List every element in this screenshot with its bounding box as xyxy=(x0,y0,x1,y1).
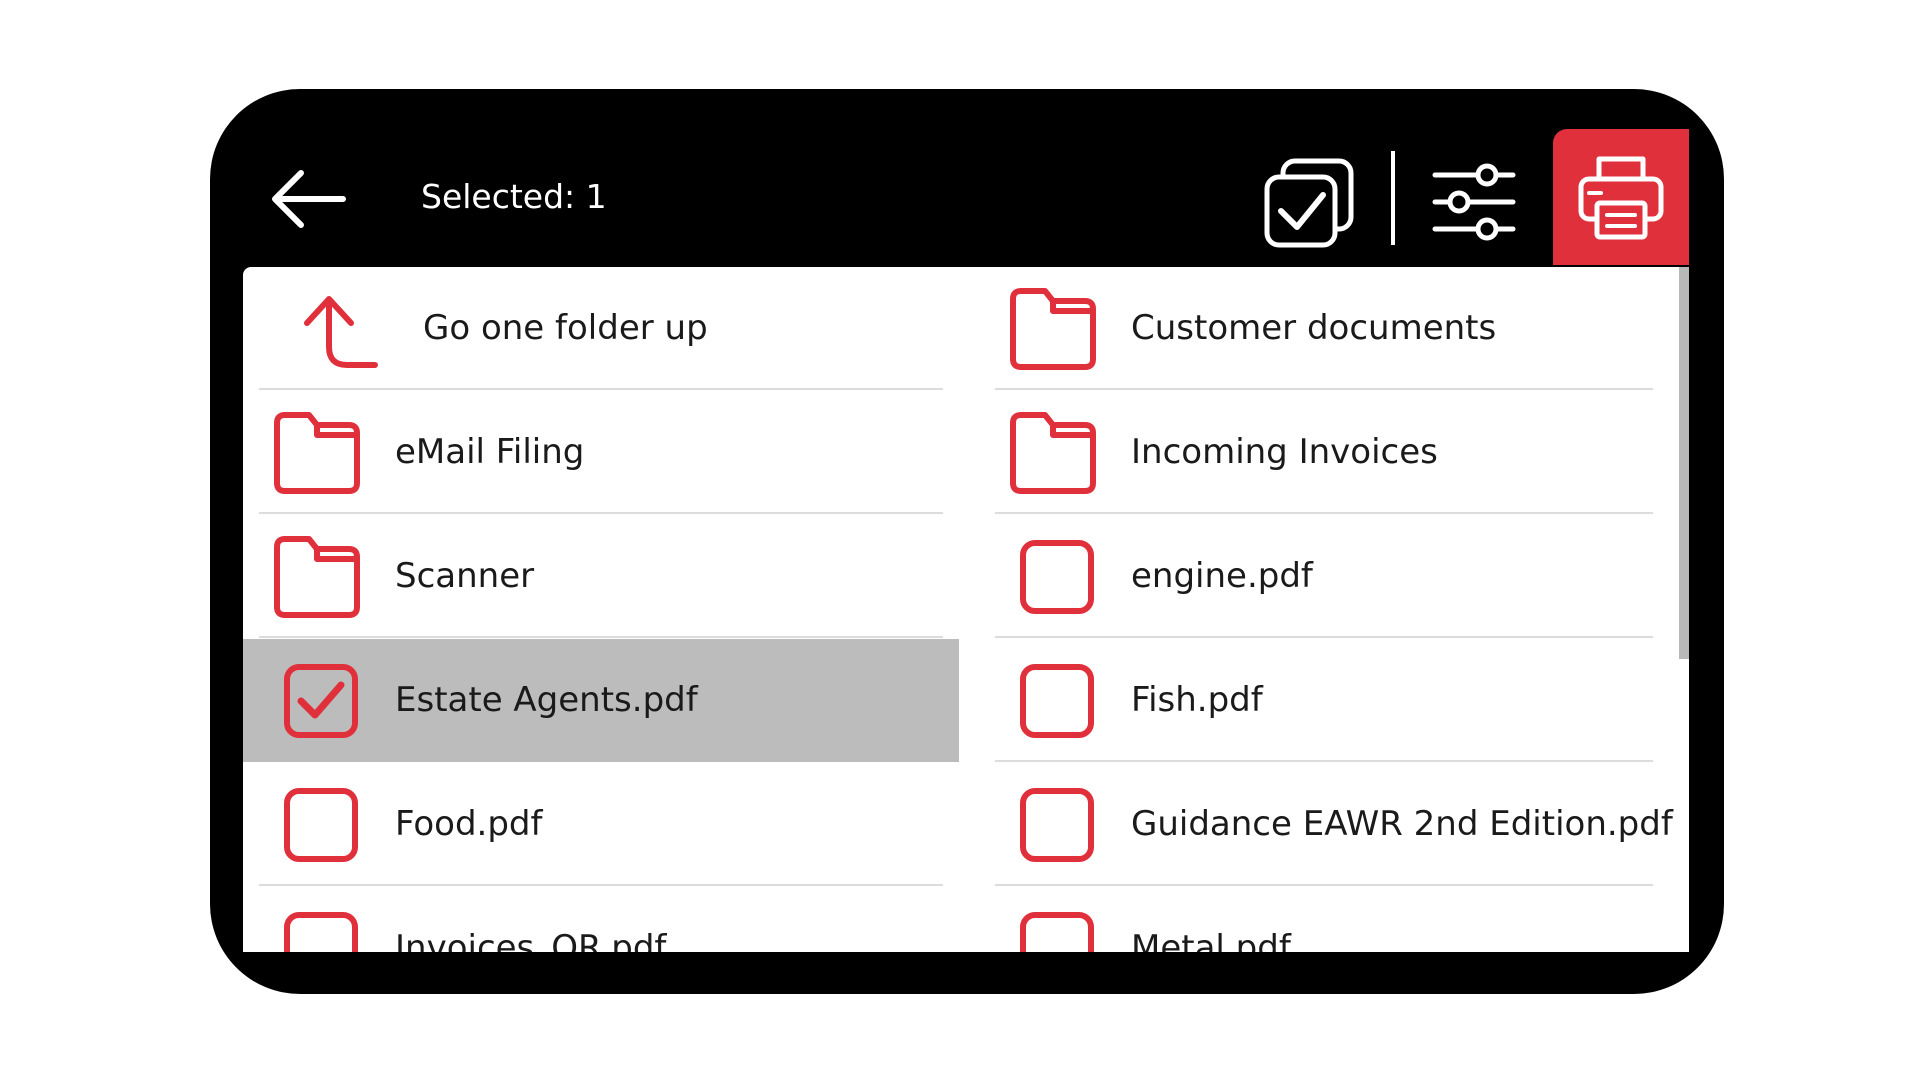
checkbox-icon xyxy=(277,905,363,952)
file-list: Go one folder up eMail Filing Scanner Estat… xyxy=(243,267,1689,952)
folder-row[interactable]: Scanner xyxy=(243,515,959,638)
row-separator xyxy=(995,884,1653,886)
folder-up-icon xyxy=(289,287,379,377)
file-row[interactable]: Guidance EAWR 2nd Edition.pdf xyxy=(979,763,1673,886)
multi-select-icon xyxy=(1264,158,1354,248)
row-label: Customer documents xyxy=(1131,308,1497,348)
row-label: Incoming Invoices xyxy=(1131,432,1438,472)
checkbox-icon xyxy=(1013,657,1099,747)
folder-row[interactable]: Customer documents xyxy=(979,267,1669,390)
row-label: eMail Filing xyxy=(395,432,585,472)
row-separator xyxy=(259,884,943,886)
back-button[interactable] xyxy=(265,161,355,237)
folder-icon xyxy=(1005,409,1101,499)
folder-row[interactable]: Incoming Invoices xyxy=(979,391,1669,514)
file-row[interactable]: Invoices_QR.pdf xyxy=(243,887,959,952)
row-separator xyxy=(995,512,1653,514)
print-button[interactable] xyxy=(1553,129,1689,265)
row-label: Go one folder up xyxy=(423,308,708,348)
row-label: Food.pdf xyxy=(395,804,543,844)
checkbox-icon xyxy=(1013,533,1099,623)
screen: Selected: 1 Go one folder up eMail Filin… xyxy=(243,127,1689,952)
header-bar: Selected: 1 xyxy=(243,127,1689,267)
header-divider xyxy=(1391,151,1395,245)
go-up-row[interactable]: Go one folder up xyxy=(243,267,959,390)
settings-button[interactable] xyxy=(1429,157,1519,247)
file-row[interactable]: Food.pdf xyxy=(243,763,959,886)
file-row[interactable]: Fish.pdf xyxy=(979,639,1669,762)
printer-icon xyxy=(1578,156,1664,240)
file-row[interactable]: engine.pdf xyxy=(979,515,1669,638)
file-row[interactable]: Metal.pdf xyxy=(979,887,1669,952)
checkbox-icon xyxy=(277,781,363,871)
row-separator xyxy=(259,636,943,638)
row-label: Guidance EAWR 2nd Edition.pdf xyxy=(1131,804,1673,844)
arrow-left-icon xyxy=(272,170,346,228)
folder-icon xyxy=(269,533,365,623)
folder-icon xyxy=(269,409,365,499)
row-label: Invoices_QR.pdf xyxy=(395,928,667,952)
device-frame: Selected: 1 Go one folder up eMail Filin… xyxy=(210,89,1724,994)
row-label: Estate Agents.pdf xyxy=(395,680,698,720)
row-label: Fish.pdf xyxy=(1131,680,1263,720)
row-label: engine.pdf xyxy=(1131,556,1313,596)
checkbox-checked-icon xyxy=(277,657,363,747)
row-separator xyxy=(995,636,1653,638)
row-separator xyxy=(995,760,1653,762)
checkbox-icon xyxy=(1013,905,1099,952)
select-all-button[interactable] xyxy=(1259,155,1359,255)
row-separator xyxy=(259,512,943,514)
row-separator xyxy=(259,388,943,390)
folder-icon xyxy=(1005,285,1101,375)
folder-row[interactable]: eMail Filing xyxy=(243,391,959,514)
row-separator xyxy=(995,388,1653,390)
scrollbar-thumb[interactable] xyxy=(1679,267,1689,659)
file-row[interactable]: Estate Agents.pdf xyxy=(243,639,959,762)
row-label: Metal.pdf xyxy=(1131,928,1291,952)
checkbox-icon xyxy=(1013,781,1099,871)
row-label: Scanner xyxy=(395,556,535,596)
selection-count-title: Selected: 1 xyxy=(421,177,607,216)
sliders-icon xyxy=(1432,163,1516,241)
